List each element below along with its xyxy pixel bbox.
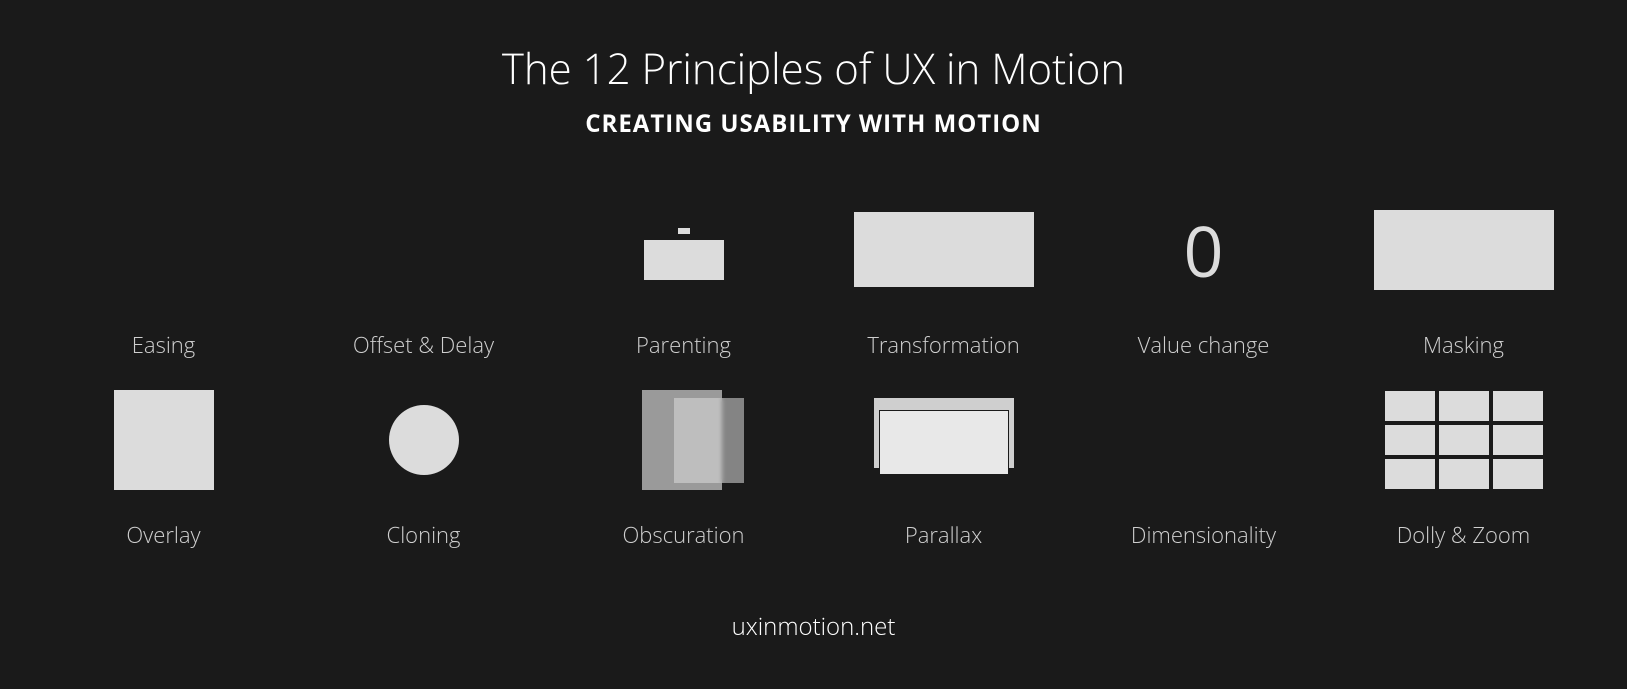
principle-label: Overlay [126, 520, 200, 550]
principle-label: Parenting [636, 330, 731, 360]
principle-dimensionality: Dimensionality [1074, 390, 1334, 550]
principle-label: Transformation [867, 330, 1019, 360]
rect-icon [1374, 210, 1554, 290]
grid-cell-icon [1493, 391, 1543, 421]
transformation-icon [814, 200, 1074, 300]
page-title: The 12 Principles of UX in Motion [502, 40, 1125, 97]
small-rect-icon [678, 228, 690, 234]
easing-icon [34, 200, 294, 300]
principle-label: Value change [1138, 330, 1270, 360]
dolly-zoom-icon [1334, 390, 1594, 490]
masking-icon [1334, 200, 1594, 300]
principle-label: Parallax [905, 520, 982, 550]
front-rect-icon [674, 398, 744, 483]
principle-offset-delay: Offset & Delay [294, 200, 554, 360]
grid-cell-icon [1439, 391, 1489, 421]
principle-label: Masking [1423, 330, 1504, 360]
grid-cell-icon [1385, 425, 1435, 455]
grid-icon [1385, 391, 1543, 489]
principle-label: Cloning [387, 520, 461, 550]
circle-icon [389, 405, 459, 475]
square-icon [114, 390, 214, 490]
offset-delay-icon [294, 200, 554, 300]
parenting-icon [554, 200, 814, 300]
principle-obscuration: Obscuration [554, 390, 814, 550]
principle-value-change: 0 Value change [1074, 200, 1334, 360]
grid-cell-icon [1439, 459, 1489, 489]
rect-icon [854, 212, 1034, 287]
principle-overlay: Overlay [34, 390, 294, 550]
cloning-icon [294, 390, 554, 490]
grid-cell-icon [1385, 459, 1435, 489]
principles-grid: Easing Offset & Delay Parenting Transfor… [34, 200, 1594, 550]
rect-icon [644, 240, 724, 280]
principle-label: Offset & Delay [353, 330, 494, 360]
principle-label: Dimensionality [1131, 520, 1276, 550]
front-layer-icon [879, 410, 1009, 475]
parallax-icon [814, 390, 1074, 490]
principle-label: Obscuration [622, 520, 744, 550]
value-change-icon: 0 [1074, 200, 1334, 300]
dimensionality-icon [1074, 390, 1334, 490]
grid-cell-icon [1439, 425, 1489, 455]
principle-masking: Masking [1334, 200, 1594, 360]
grid-cell-icon [1493, 459, 1543, 489]
grid-cell-icon [1493, 425, 1543, 455]
principle-cloning: Cloning [294, 390, 554, 550]
principle-label: Dolly & Zoom [1397, 520, 1531, 550]
principle-parallax: Parallax [814, 390, 1074, 550]
principle-dolly-zoom: Dolly & Zoom [1334, 390, 1594, 550]
page-subtitle: CREATING USABILITY WITH MOTION [585, 107, 1042, 140]
overlay-icon [34, 390, 294, 490]
principle-easing: Easing [34, 200, 294, 360]
principle-parenting: Parenting [554, 200, 814, 360]
digit-zero-icon: 0 [1183, 215, 1223, 285]
grid-cell-icon [1385, 391, 1435, 421]
principle-transformation: Transformation [814, 200, 1074, 360]
obscuration-icon [554, 390, 814, 490]
footer-url: uxinmotion.net [732, 610, 896, 643]
principle-label: Easing [132, 330, 195, 360]
